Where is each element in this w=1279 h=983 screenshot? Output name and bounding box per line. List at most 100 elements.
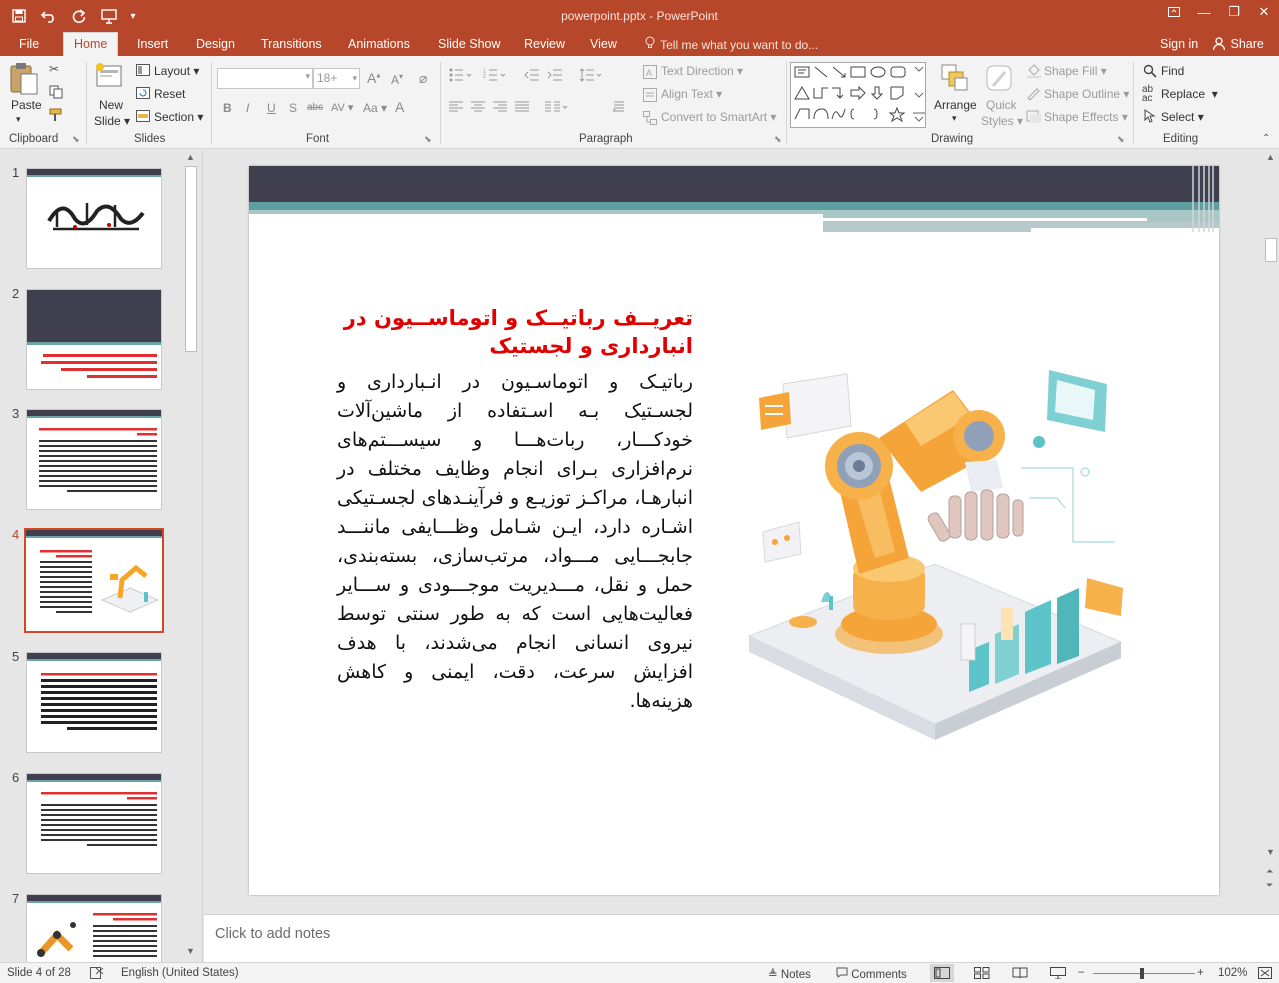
quick-styles-icon[interactable] xyxy=(985,64,1015,97)
numbering-icon[interactable]: 12 xyxy=(483,68,507,85)
section-button[interactable]: Section ▾ xyxy=(154,110,203,124)
scroll-down-icon[interactable]: ▼ xyxy=(186,946,195,956)
zoom-out-button[interactable]: − xyxy=(1078,967,1085,979)
text-direction-icon[interactable]: A xyxy=(643,65,657,82)
format-painter-icon[interactable] xyxy=(49,108,65,125)
notes-placeholder[interactable]: Click to add notes xyxy=(215,926,330,942)
quick-styles-button[interactable]: Quick xyxy=(986,98,1017,112)
new-slide-button[interactable]: New xyxy=(99,98,123,112)
align-center-icon[interactable] xyxy=(471,101,485,116)
dialog-launcher-icon[interactable]: ⬊ xyxy=(424,134,432,145)
slide-title[interactable]: تعریــف رباتیــک و اتوماســیون در انبارد… xyxy=(337,304,693,360)
slide-thumbnail-4[interactable] xyxy=(24,528,164,633)
paste-icon[interactable] xyxy=(9,62,41,99)
tab-view[interactable]: View xyxy=(580,36,627,56)
tab-home[interactable]: Home xyxy=(63,32,119,56)
layout-button[interactable]: Layout ▾ xyxy=(154,64,199,78)
slide-thumbnail-7[interactable] xyxy=(26,894,162,962)
smartart-icon[interactable] xyxy=(643,111,657,128)
italic-button[interactable]: I xyxy=(246,101,249,115)
previous-slide-icon[interactable]: ⏶ xyxy=(1266,866,1273,877)
justify-icon[interactable] xyxy=(515,101,529,116)
increase-indent-icon[interactable] xyxy=(547,68,563,85)
font-name-field[interactable]: ▾ xyxy=(217,68,313,89)
grow-font-icon[interactable]: A▴ xyxy=(367,70,380,86)
chevron-down-icon[interactable]: ▾ xyxy=(305,71,310,82)
copy-icon[interactable] xyxy=(49,85,63,102)
thumbnail-scrollbar[interactable]: ▲ ▼ xyxy=(183,150,199,962)
zoom-slider-thumb[interactable] xyxy=(1140,968,1144,979)
text-direction-button[interactable]: Text Direction ▾ xyxy=(661,64,743,78)
zoom-slider-track[interactable] xyxy=(1093,973,1195,974)
select-button[interactable]: Select ▾ xyxy=(1161,110,1204,124)
robotic-arm-illustration[interactable] xyxy=(739,362,1139,762)
slide-show-view-icon[interactable] xyxy=(1050,967,1066,982)
decrease-indent-icon[interactable] xyxy=(524,68,540,85)
zoom-in-button[interactable]: + xyxy=(1197,967,1204,979)
columns-icon[interactable] xyxy=(545,101,569,116)
reset-button[interactable]: Reset xyxy=(154,87,185,101)
line-spacing-icon[interactable] xyxy=(579,68,603,85)
shape-fill-icon[interactable] xyxy=(1026,64,1042,81)
slide-thumbnail-6[interactable] xyxy=(26,773,162,874)
shape-outline-button[interactable]: Shape Outline ▾ xyxy=(1044,87,1129,101)
share-button[interactable]: Share xyxy=(1212,37,1264,53)
align-text-button[interactable]: Align Text ▾ xyxy=(661,87,722,101)
character-spacing-button[interactable]: AV ▾ xyxy=(331,101,353,114)
paste-dropdown-icon[interactable]: ▾ xyxy=(16,114,21,125)
bold-button[interactable]: B xyxy=(223,101,232,115)
slide-thumbnail-1[interactable] xyxy=(26,168,162,269)
notes-pane[interactable]: Click to add notes xyxy=(204,914,1279,962)
replace-icon[interactable]: ab ac xyxy=(1142,85,1153,104)
section-icon[interactable] xyxy=(136,110,150,125)
paste-button[interactable]: Paste xyxy=(11,98,42,112)
slide-thumbnail-5[interactable] xyxy=(26,652,162,753)
slide-thumbnail-panel[interactable]: 1 2 3 4 5 6 7 xyxy=(0,150,203,962)
thumbnail-scroll-thumb[interactable] xyxy=(185,166,197,352)
current-slide[interactable]: تعریــف رباتیــک و اتوماســیون در انبارد… xyxy=(249,166,1219,895)
quick-styles-button-line2[interactable]: Styles ▾ xyxy=(981,114,1023,128)
tab-transitions[interactable]: Transitions xyxy=(251,36,332,56)
restore-button[interactable]: ❐ xyxy=(1219,0,1249,24)
tab-review[interactable]: Review xyxy=(514,36,575,56)
tab-slide-show[interactable]: Slide Show xyxy=(428,36,511,56)
clear-formatting-icon[interactable]: ⌀ xyxy=(419,70,427,87)
zoom-level[interactable]: 102% xyxy=(1218,967,1247,979)
normal-view-button[interactable] xyxy=(930,964,954,982)
tab-animations[interactable]: Animations xyxy=(338,36,420,56)
collapse-ribbon-icon[interactable]: ⌃ xyxy=(1262,133,1270,144)
scroll-down-icon[interactable]: ▼ xyxy=(1266,847,1275,857)
convert-smartart-button[interactable]: Convert to SmartArt ▾ xyxy=(661,110,776,124)
arrange-dropdown-icon[interactable]: ▾ xyxy=(952,113,957,124)
arrange-icon[interactable] xyxy=(941,64,969,95)
align-right-icon[interactable] xyxy=(493,101,507,116)
font-color-icon[interactable]: A xyxy=(395,99,404,115)
ribbon-options-icon[interactable] xyxy=(1159,0,1189,24)
comments-toggle[interactable]: Comments xyxy=(836,967,907,981)
font-size-field[interactable]: 18+ ▾ xyxy=(313,68,360,89)
fit-to-window-icon[interactable] xyxy=(1258,967,1272,982)
slide-body-text[interactable]: رباتیـک و اتوماسـیون در انـبارداری و لجس… xyxy=(337,368,693,716)
next-slide-icon[interactable]: ⏷ xyxy=(1266,880,1273,891)
slide-sorter-view-icon[interactable] xyxy=(974,967,990,982)
dialog-launcher-icon[interactable]: ⬊ xyxy=(72,134,80,145)
select-icon[interactable] xyxy=(1144,109,1156,126)
shapes-gallery[interactable] xyxy=(790,62,926,128)
arrange-button[interactable]: Arrange xyxy=(934,98,977,112)
tab-file[interactable]: File xyxy=(9,36,49,56)
reset-icon[interactable] xyxy=(136,87,150,102)
spell-check-icon[interactable] xyxy=(90,967,104,982)
language-indicator[interactable]: English (United States) xyxy=(121,967,239,979)
shape-effects-button[interactable]: Shape Effects ▾ xyxy=(1044,110,1128,124)
slide-scroll-thumb[interactable] xyxy=(1265,238,1277,262)
shape-fill-button[interactable]: Shape Fill ▾ xyxy=(1044,64,1107,78)
cut-icon[interactable]: ✂ xyxy=(49,62,59,76)
shape-effects-icon[interactable] xyxy=(1026,110,1042,127)
chevron-down-icon[interactable]: ▾ xyxy=(352,69,357,88)
close-button[interactable]: ✕ xyxy=(1249,0,1279,24)
shape-outline-icon[interactable] xyxy=(1026,87,1042,104)
tell-me-search[interactable]: Tell me what you want to do... xyxy=(645,36,818,52)
align-left-icon[interactable] xyxy=(449,101,463,116)
find-icon[interactable] xyxy=(1143,64,1157,81)
notes-toggle[interactable]: ≜ Notes xyxy=(768,967,811,981)
